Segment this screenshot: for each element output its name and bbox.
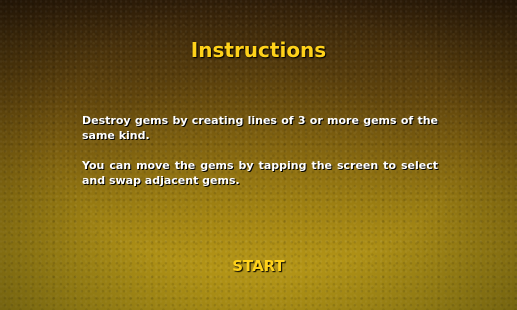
instructions-screen: Instructions Destroy gems by creating li…: [0, 0, 517, 310]
instruction-paragraph-2: You can move the gems by tapping the scr…: [82, 159, 438, 187]
instructions-title: Instructions: [190, 38, 327, 62]
instruction-paragraph-1: Destroy gems by creating lines of 3 or m…: [82, 114, 438, 142]
instructions-body: Destroy gems by creating lines of 3 or m…: [82, 113, 438, 203]
start-button[interactable]: START: [200, 254, 317, 278]
